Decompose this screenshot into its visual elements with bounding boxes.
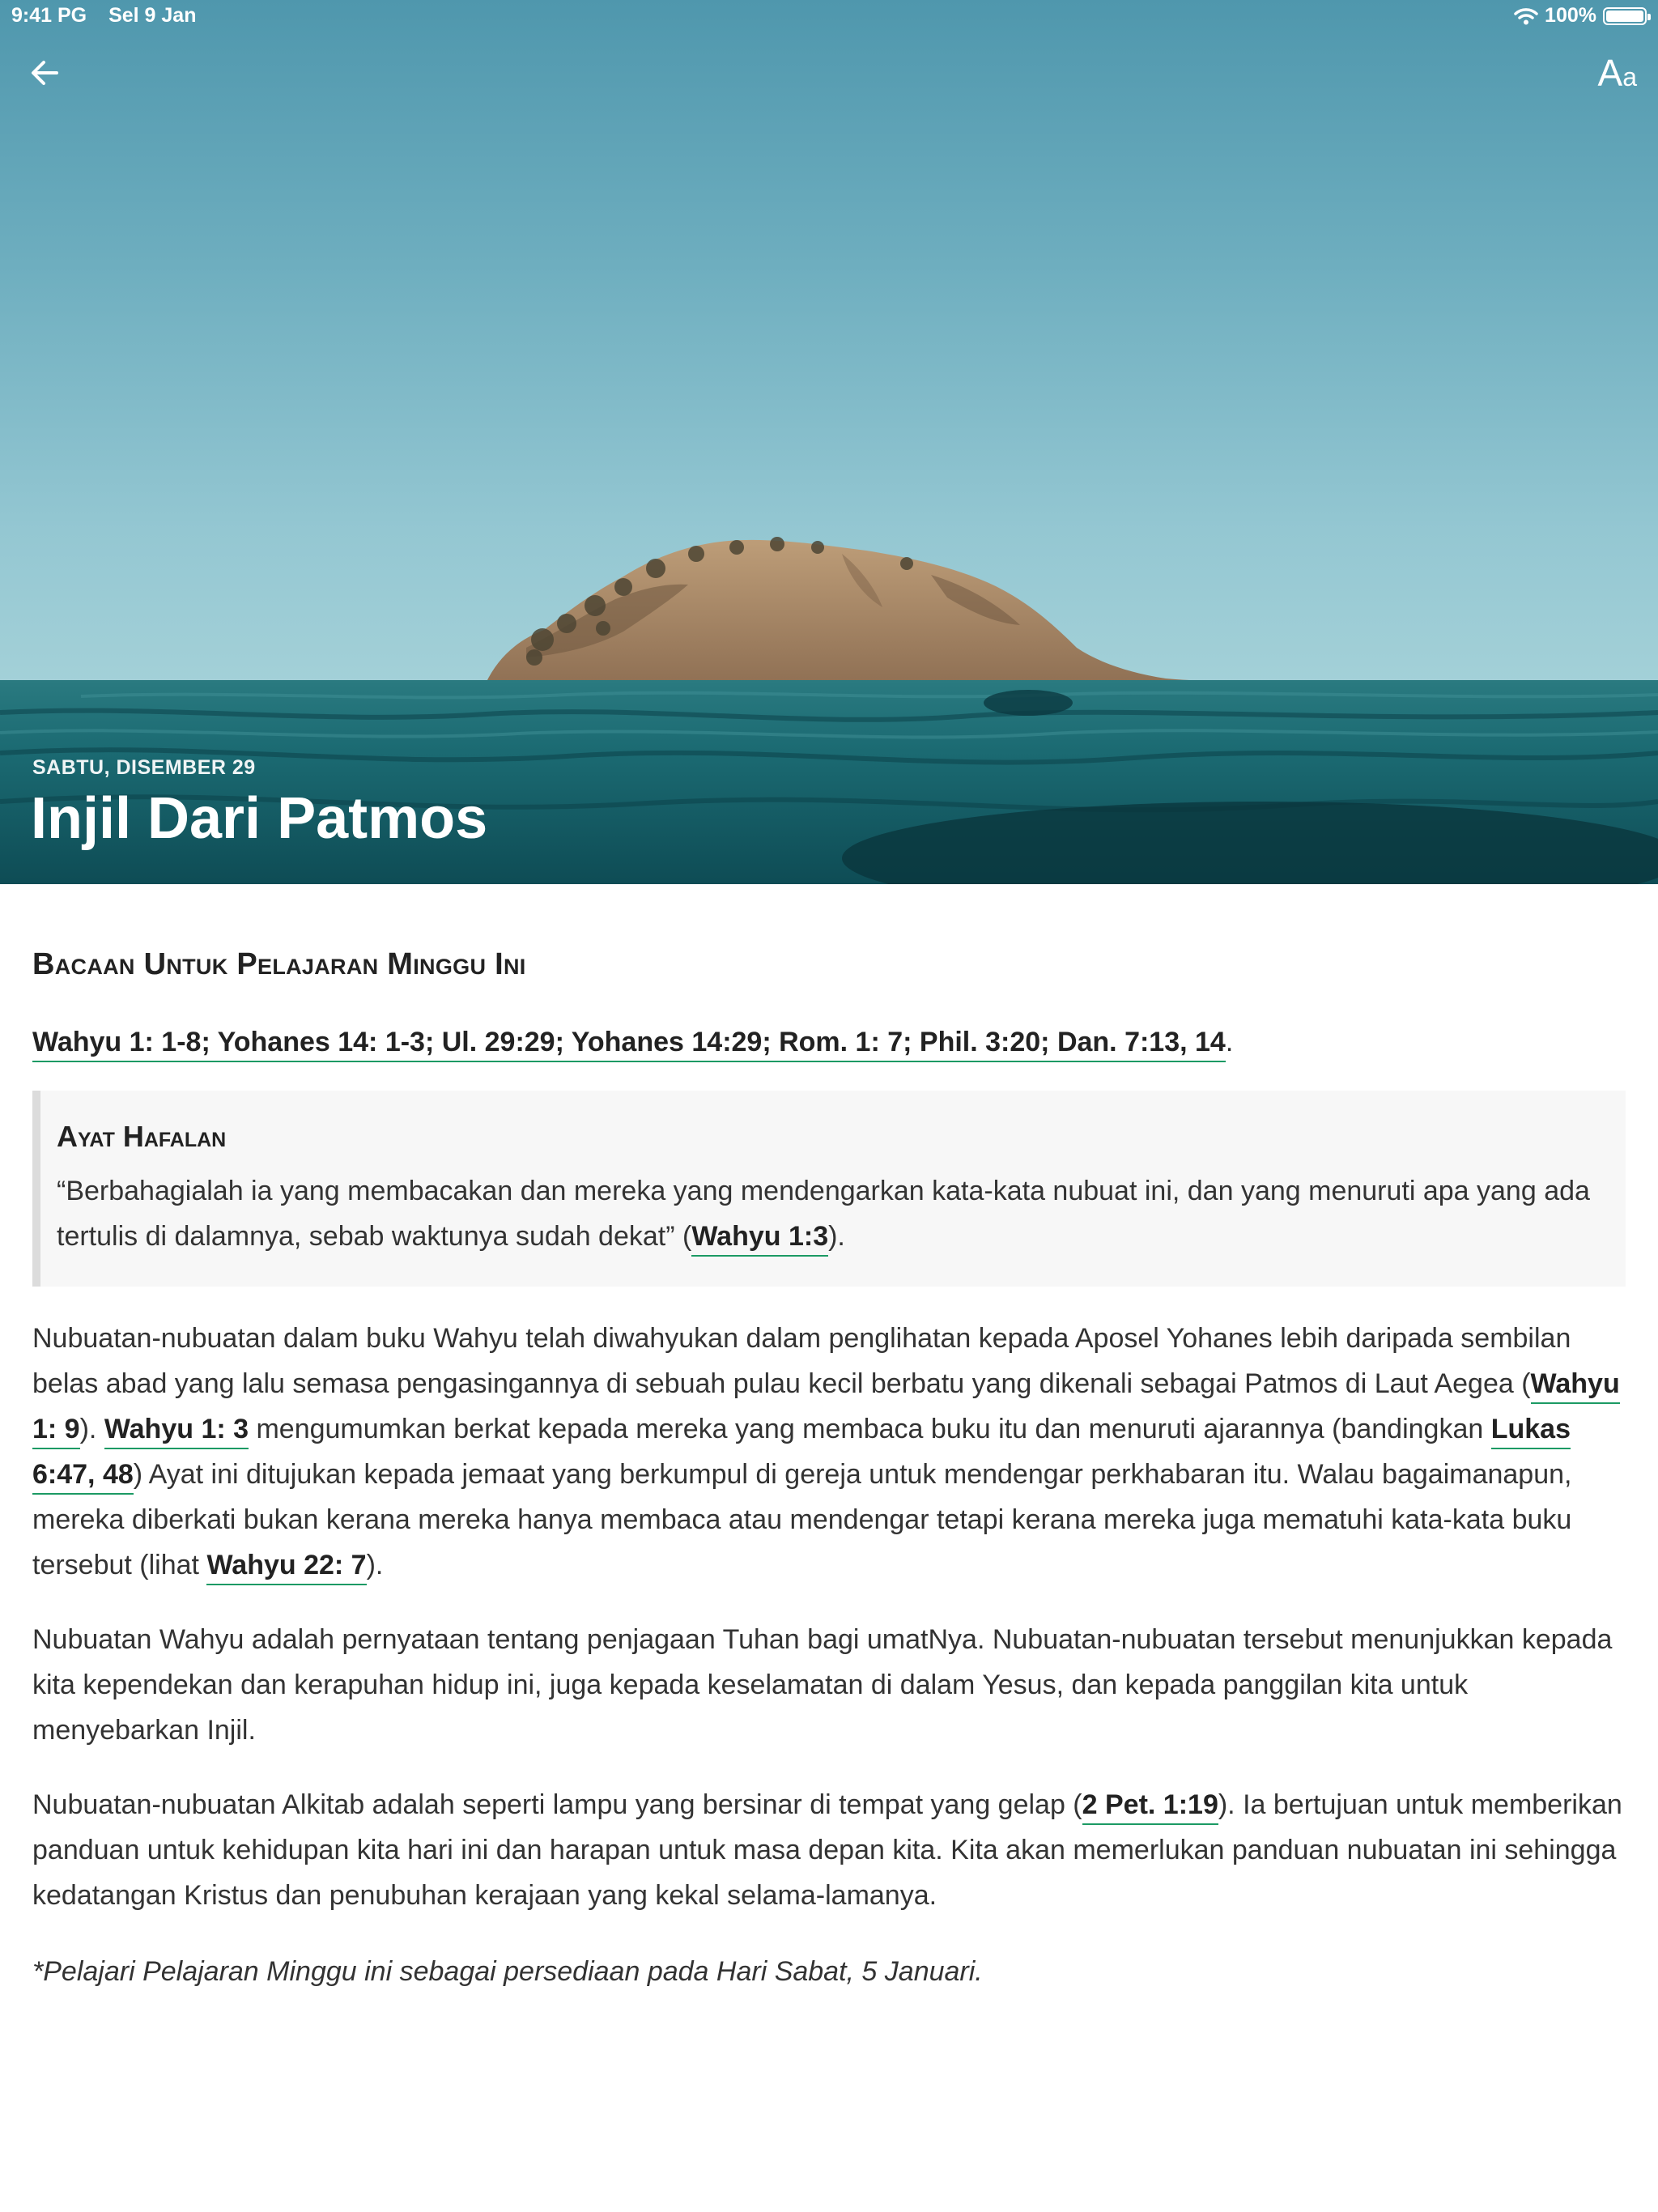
memory-verse-box: Ayat Hafalan “Berbahagialah ia yang memb… (32, 1091, 1626, 1287)
ref-link-2-pet-1-19[interactable]: 2 Pet. 1:19 (1082, 1789, 1218, 1825)
readings-list: Wahyu 1: 1-8; Yohanes 14: 1-3; Ul. 29:29… (32, 1021, 1626, 1063)
lesson-content: Bacaan Untuk Pelajaran Minggu Ini Wahyu … (32, 947, 1626, 1994)
font-size-button[interactable]: Aa (1598, 49, 1637, 107)
hero-image: 9:41 PG Sel 9 Jan 100% Aa SABTU, DISEMBE… (0, 0, 1658, 884)
patmos-island-photo (0, 537, 1658, 884)
paragraph-3: Nubuatan-nubuatan Alkitab adalah seperti… (32, 1789, 1622, 1911)
section-heading: Bacaan Untuk Pelajaran Minggu Ini (32, 947, 526, 981)
paragraph-1: Nubuatan-nubuatan dalam buku Wahyu telah… (32, 1316, 1626, 1588)
wifi-icon (1514, 7, 1538, 24)
status-time: 9:41 PG (11, 4, 87, 27)
status-date: Sel 9 Jan (108, 4, 197, 27)
battery-icon (1603, 6, 1651, 25)
ref-link-wahyu-22-7[interactable]: Wahyu 22: 7 (206, 1550, 367, 1585)
status-bar: 9:41 PG Sel 9 Jan 100% (0, 0, 1658, 32)
memory-verse-heading: Ayat Hafalan (57, 1120, 227, 1153)
lesson-date: SABTU, DISEMBER 29 (32, 756, 256, 779)
memory-verse-text: “Berbahagialah ia yang membacakan dan me… (57, 1168, 1603, 1259)
memory-verse-ref-link[interactable]: Wahyu 1:3 (691, 1221, 829, 1257)
paragraph-2: Nubuatan Wahyu adalah pernyataan tentang… (32, 1624, 1613, 1746)
study-note: *Pelajari Pelajaran Minggu ini sebagai p… (32, 1956, 983, 1987)
battery-percent: 100% (1545, 4, 1596, 27)
ref-link-wahyu-1-3[interactable]: Wahyu 1: 3 (104, 1414, 249, 1449)
page-title: Injil Dari Patmos (31, 786, 488, 851)
arrow-left-icon[interactable] (24, 52, 66, 94)
reading-references-link[interactable]: Wahyu 1: 1-8; Yohanes 14: 1-3; Ul. 29:29… (32, 1027, 1226, 1062)
